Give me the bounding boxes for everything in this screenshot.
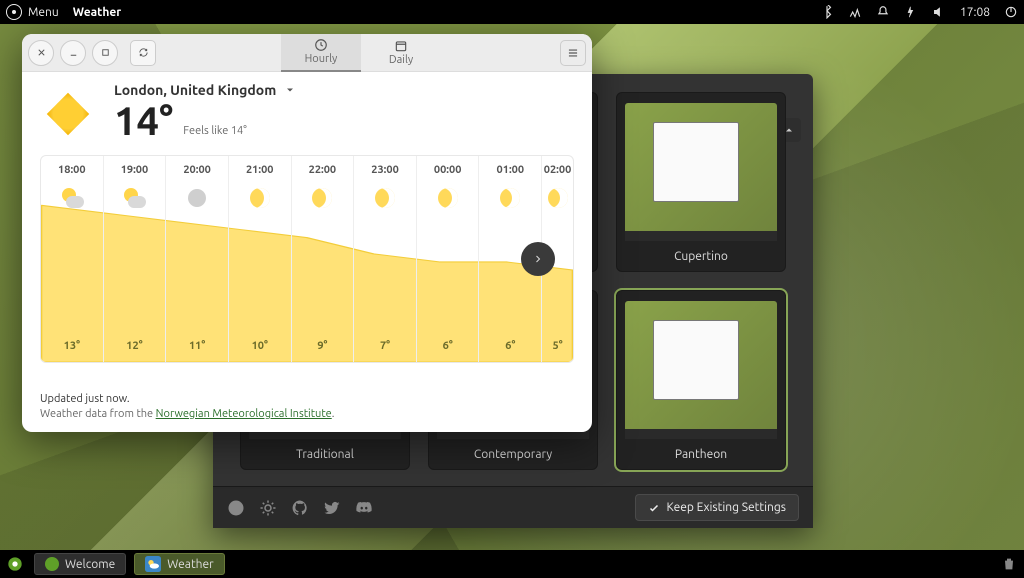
hour-temp: 5°	[292, 340, 574, 352]
taskbar-item-weather[interactable]: Weather	[134, 553, 224, 575]
layout-card-pantheon[interactable]: Pantheon	[616, 290, 786, 470]
attribution-link[interactable]: Norwegian Meteorological Institute	[156, 408, 332, 420]
hour-time: 19:00	[121, 164, 149, 176]
system-tray: 17:08	[820, 5, 1018, 19]
hour-time: 02:00	[544, 164, 572, 176]
layout-caption: Cupertino	[674, 241, 728, 271]
weather-app-icon	[145, 556, 161, 572]
hour-column: 22:009°	[292, 156, 355, 362]
layout-card-cupertino[interactable]: Cupertino	[616, 92, 786, 272]
location-selector[interactable]: London, United Kingdom	[114, 82, 296, 98]
hour-time: 20:00	[183, 164, 211, 176]
hour-time: 01:00	[497, 164, 525, 176]
bluetooth-icon[interactable]	[820, 5, 834, 19]
show-desktop-button[interactable]	[4, 553, 26, 575]
welcome-app-icon	[45, 557, 59, 571]
hour-time: 23:00	[371, 164, 399, 176]
keep-existing-settings-button[interactable]: Keep Existing Settings	[635, 494, 799, 521]
hour-column: 23:007°	[354, 156, 417, 362]
scroll-right-button[interactable]	[521, 242, 555, 276]
feels-like: Feels like 14°	[183, 125, 247, 137]
battery-icon[interactable]	[904, 5, 918, 19]
clock[interactable]: 17:08	[960, 6, 990, 19]
tab-daily[interactable]: Daily	[361, 34, 441, 72]
attribution: Weather data from the Norwegian Meteorol…	[40, 408, 574, 420]
layout-thumbnail	[625, 301, 776, 439]
hamburger-menu-button[interactable]	[560, 40, 586, 66]
trash-icon[interactable]	[998, 553, 1020, 575]
power-icon[interactable]	[1004, 5, 1018, 19]
hour-time: 22:00	[309, 164, 337, 176]
ubuntu-mate-icon[interactable]	[227, 499, 245, 517]
minimize-button[interactable]	[60, 40, 86, 66]
close-button[interactable]	[28, 40, 54, 66]
refresh-button[interactable]	[130, 40, 156, 66]
maximize-button[interactable]	[92, 40, 118, 66]
hour-column: 21:0010°	[229, 156, 292, 362]
hour-time: 18:00	[58, 164, 86, 176]
volume-icon[interactable]	[932, 5, 946, 19]
hour-time: 21:00	[246, 164, 274, 176]
hour-column: 20:0011°	[166, 156, 229, 362]
current-conditions: London, United Kingdom 14° Feels like 14…	[22, 72, 592, 149]
current-temp: 14°	[114, 98, 173, 143]
sun-icon	[40, 86, 96, 142]
welcome-footer: Keep Existing Settings	[213, 486, 813, 528]
weather-titlebar: Hourly Daily	[22, 34, 592, 72]
twitter-icon[interactable]	[323, 499, 341, 517]
layout-thumbnail	[625, 103, 776, 241]
hour-column: 18:0013°	[41, 156, 104, 362]
bottom-panel: Welcome Weather	[0, 550, 1024, 578]
hour-column: 19:0012°	[104, 156, 167, 362]
notifications-icon[interactable]	[876, 5, 890, 19]
network-icon[interactable]	[848, 5, 862, 19]
discord-icon[interactable]	[355, 499, 373, 517]
settings-icon[interactable]	[259, 499, 277, 517]
hourly-forecast[interactable]: 18:0013°19:0012°20:0011°21:0010°22:009°2…	[40, 155, 574, 363]
weather-window: Hourly Daily London, United Kingdom 14° …	[22, 34, 592, 432]
updated-label: Updated just now.	[40, 393, 574, 405]
taskbar-item-welcome[interactable]: Welcome	[34, 553, 126, 575]
active-app-label[interactable]: Weather	[73, 6, 121, 19]
ubuntu-logo-icon[interactable]	[6, 4, 22, 20]
tab-hourly[interactable]: Hourly	[281, 34, 361, 72]
weather-footer: Updated just now. Weather data from the …	[40, 393, 574, 420]
menu-button[interactable]: Menu	[28, 6, 59, 19]
github-icon[interactable]	[291, 499, 309, 517]
top-panel: Menu Weather 17:08	[0, 0, 1024, 24]
layout-caption: Contemporary	[474, 439, 552, 469]
hour-time: 00:00	[434, 164, 462, 176]
layout-caption: Traditional	[296, 439, 354, 469]
layout-caption: Pantheon	[675, 439, 727, 469]
chevron-down-icon	[284, 84, 296, 96]
hour-column: 00:006°	[417, 156, 480, 362]
